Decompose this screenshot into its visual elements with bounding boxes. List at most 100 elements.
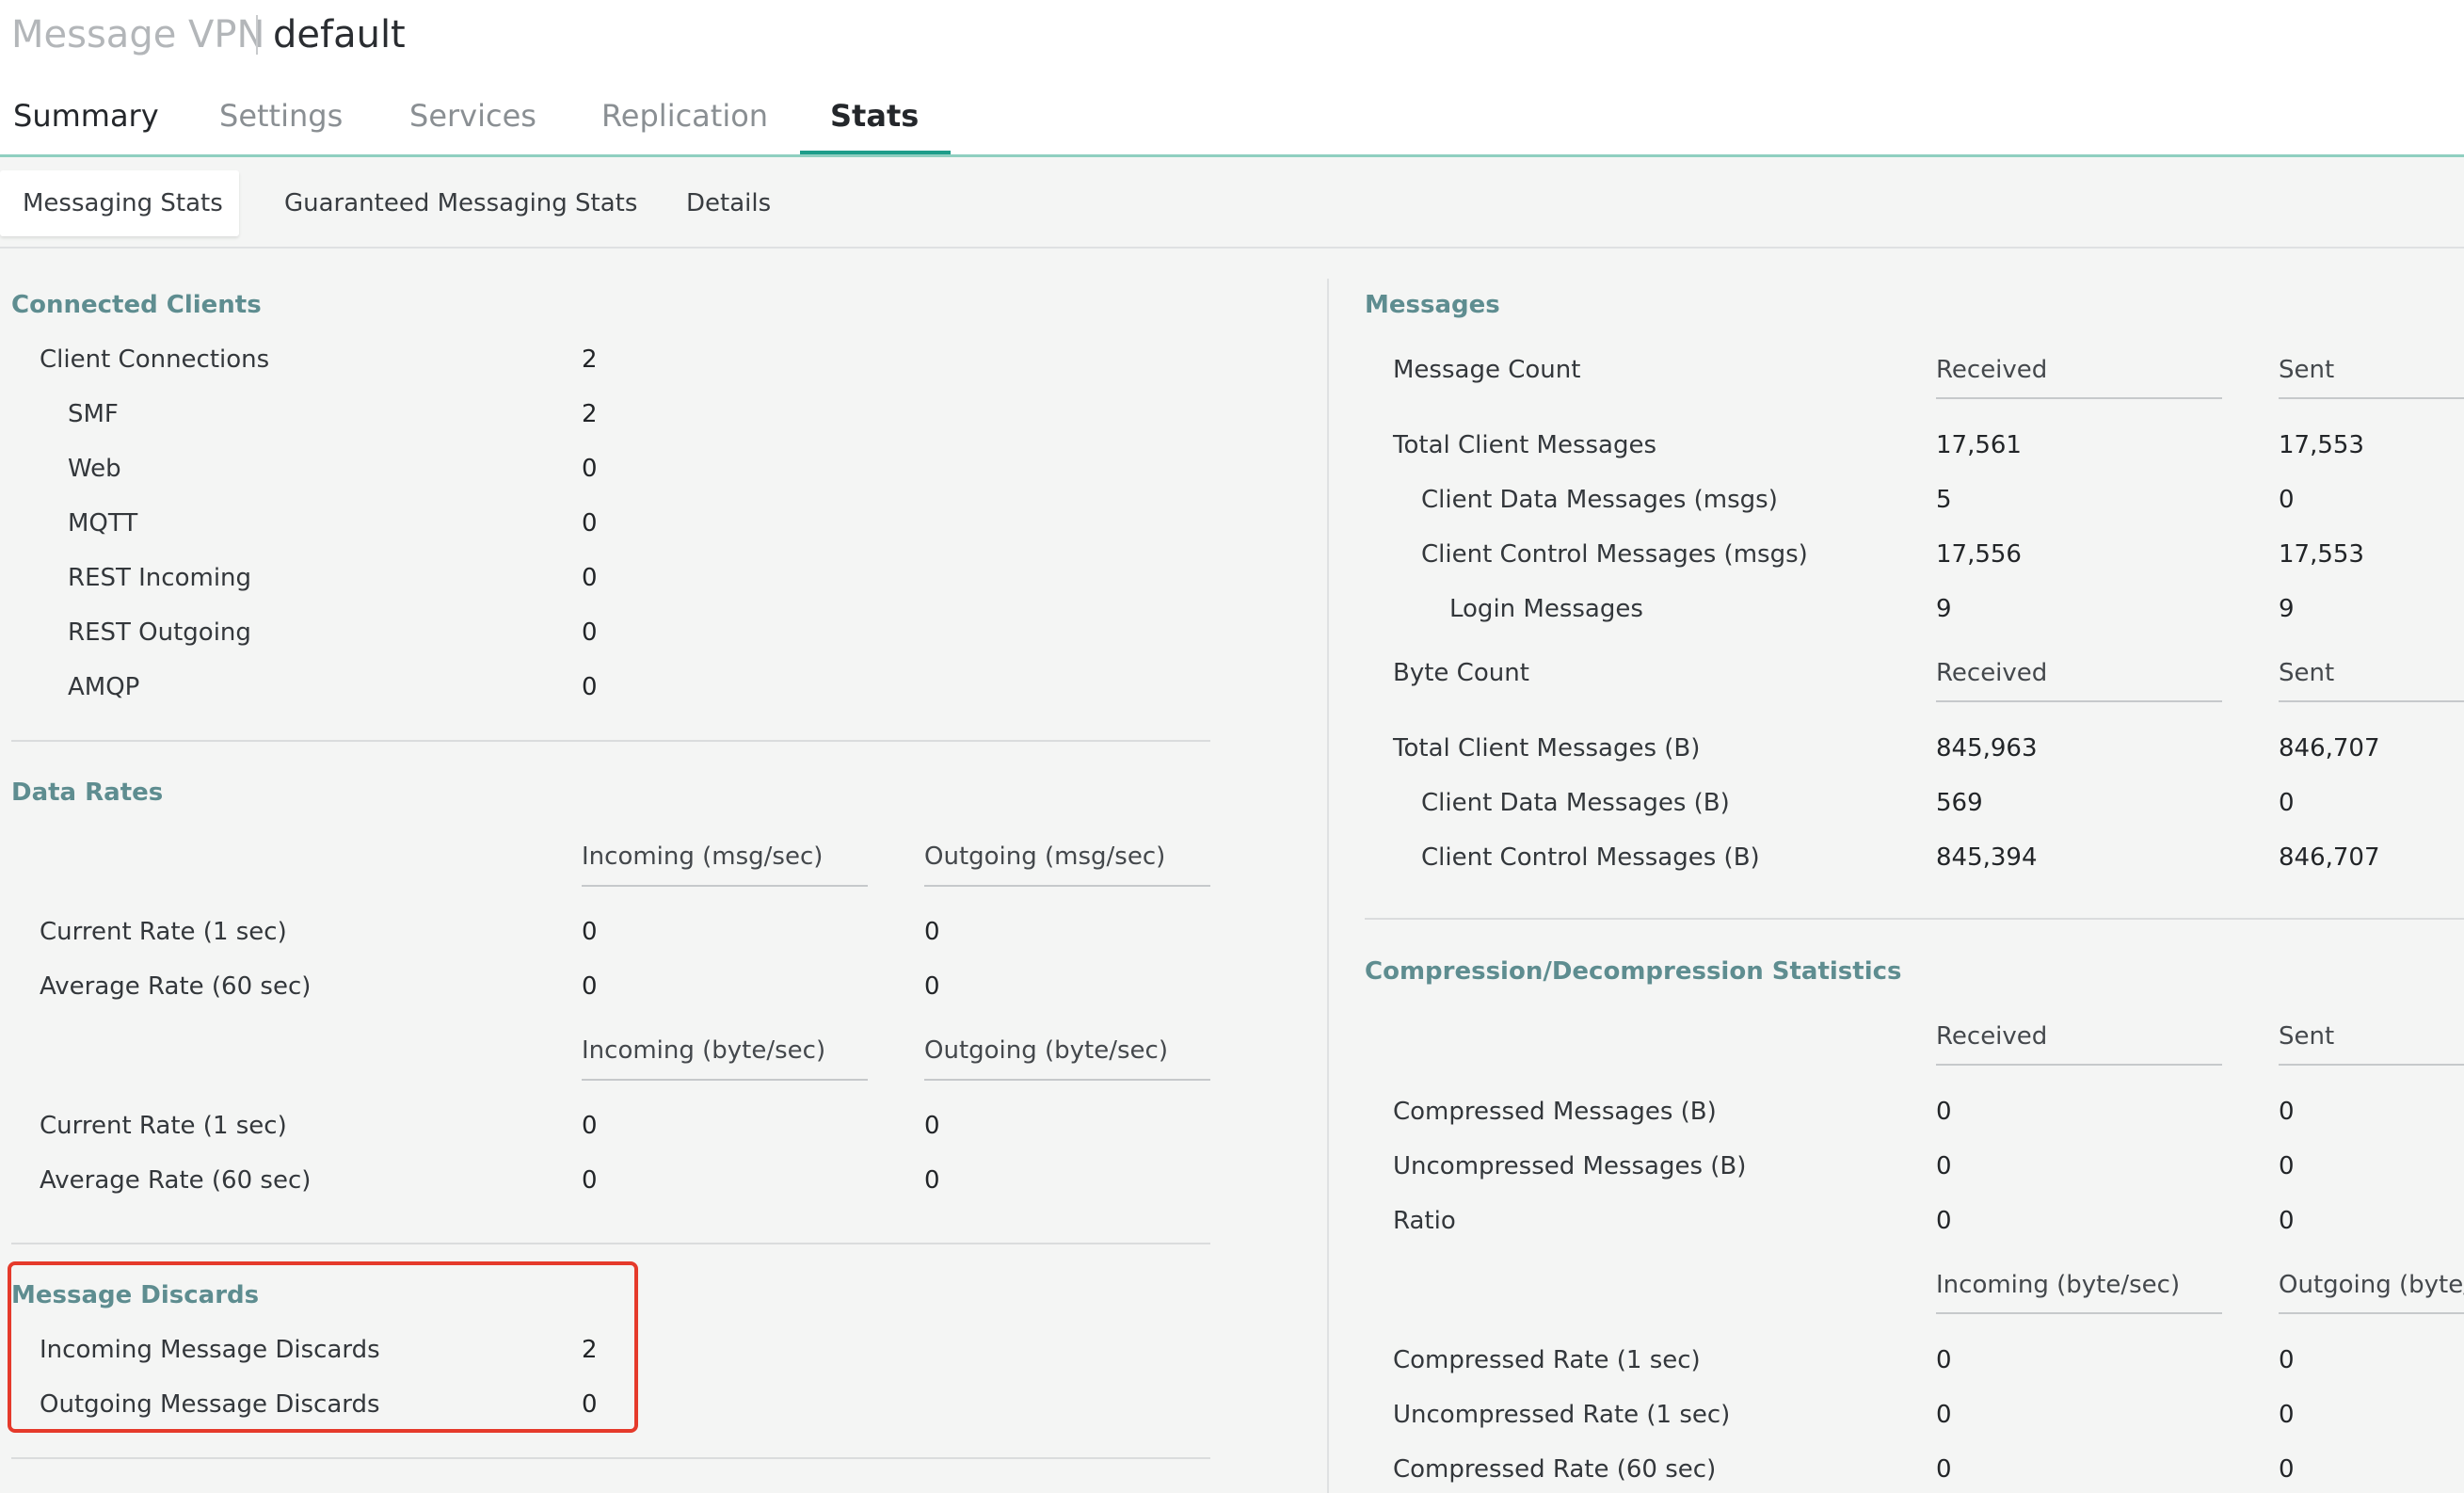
column-header-received: Received xyxy=(1936,1022,2048,1051)
stat-value: 0 xyxy=(2279,1346,2295,1374)
column-header-incoming: Incoming (byte/sec) xyxy=(582,1036,826,1065)
stat-value: 17,561 xyxy=(1936,431,2022,459)
column-underline xyxy=(582,1079,868,1081)
stat-value: 846,707 xyxy=(2279,734,2380,763)
stat-value: 0 xyxy=(582,618,598,647)
message-count-header: Message Count xyxy=(1393,356,1581,384)
stat-value: 0 xyxy=(2279,1455,2295,1484)
stat-label: Uncompressed Rate (1 sec) xyxy=(1393,1401,1731,1429)
subtab-details[interactable]: Details xyxy=(686,189,771,217)
column-header-outgoing: Outgoing (msg/sec) xyxy=(924,843,1166,871)
stat-label: Outgoing Message Discards xyxy=(40,1390,380,1419)
stat-label: SMF xyxy=(68,400,119,428)
section-title-compression: Compression/Decompression Statistics xyxy=(1365,957,1902,986)
stat-label: Compressed Rate (1 sec) xyxy=(1393,1346,1701,1374)
stat-value: 0 xyxy=(1936,1152,1952,1180)
stat-value: 0 xyxy=(1936,1455,1952,1484)
subtab-bar: Messaging Stats Guaranteed Messaging Sta… xyxy=(0,157,2464,249)
column-header-received: Received xyxy=(1936,659,2048,687)
column-underline xyxy=(924,1079,1210,1081)
stat-value: 0 xyxy=(2279,1207,2295,1235)
stat-value: 0 xyxy=(582,1166,598,1195)
stat-label: Ratio xyxy=(1393,1207,1456,1235)
section-divider xyxy=(11,1457,1210,1459)
page-header: Message VPN default Summary Settings Ser… xyxy=(0,0,2464,157)
stat-value: 0 xyxy=(1936,1207,1952,1235)
stat-label: REST Outgoing xyxy=(68,618,251,647)
stat-value: 0 xyxy=(1936,1401,1952,1429)
column-underline xyxy=(2279,1064,2464,1066)
column-header-outgoing: Outgoing (byte/sec) xyxy=(924,1036,1168,1065)
stat-label: Client Connections xyxy=(40,345,270,374)
column-header-received: Received xyxy=(1936,356,2048,384)
stat-value: 569 xyxy=(1936,789,1983,817)
stat-label: Total Client Messages (B) xyxy=(1393,734,1701,763)
subtab-guaranteed-messaging-stats[interactable]: Guaranteed Messaging Stats xyxy=(284,189,637,217)
stat-value: 0 xyxy=(582,564,598,592)
stat-value: 0 xyxy=(582,509,598,538)
stat-label: Total Client Messages xyxy=(1393,431,1657,459)
stat-value: 0 xyxy=(582,673,598,701)
stat-label: Compressed Messages (B) xyxy=(1393,1098,1717,1126)
stat-value: 2 xyxy=(582,345,598,374)
stat-value: 0 xyxy=(582,918,598,946)
column-underline xyxy=(2279,397,2464,399)
tab-services[interactable]: Services xyxy=(409,98,536,134)
stat-value: 0 xyxy=(1936,1346,1952,1374)
stat-label: Client Data Messages (B) xyxy=(1421,789,1730,817)
stat-value: 17,556 xyxy=(1936,540,2022,569)
stat-value: 0 xyxy=(582,1390,598,1419)
stat-value: 0 xyxy=(924,972,940,1001)
stat-value: 5 xyxy=(1936,486,1952,514)
stat-label: Login Messages xyxy=(1449,595,1643,623)
column-underline xyxy=(2279,1312,2464,1314)
stat-value: 17,553 xyxy=(2279,431,2364,459)
stat-value: 0 xyxy=(924,918,940,946)
title-separator xyxy=(256,15,258,55)
stat-value: 0 xyxy=(2279,1152,2295,1180)
column-underline xyxy=(1936,1312,2222,1314)
column-divider xyxy=(1327,279,1329,1493)
byte-count-header: Byte Count xyxy=(1393,659,1529,687)
section-title-messages: Messages xyxy=(1365,291,1500,319)
stat-value: 0 xyxy=(582,455,598,483)
stat-value: 0 xyxy=(2279,789,2295,817)
stat-value: 0 xyxy=(2279,486,2295,514)
column-header-outgoing: Outgoing (byte/s xyxy=(2279,1271,2464,1299)
tab-summary[interactable]: Summary xyxy=(13,98,159,134)
stat-label: Incoming Message Discards xyxy=(40,1336,380,1364)
tab-replication[interactable]: Replication xyxy=(601,98,768,134)
stat-value: 9 xyxy=(2279,595,2295,623)
stat-label: AMQP xyxy=(68,673,140,701)
stat-value: 846,707 xyxy=(2279,843,2380,872)
stat-value: 845,963 xyxy=(1936,734,2038,763)
tab-stats[interactable]: Stats xyxy=(830,98,919,134)
section-divider xyxy=(11,740,1210,742)
stat-value: 0 xyxy=(2279,1401,2295,1429)
stat-value: 0 xyxy=(582,972,598,1001)
column-header-sent: Sent xyxy=(2279,1022,2335,1051)
column-header-incoming: Incoming (msg/sec) xyxy=(582,843,824,871)
column-underline xyxy=(1936,700,2222,702)
stat-label: Client Control Messages (msgs) xyxy=(1421,540,1808,569)
stat-label: MQTT xyxy=(68,509,138,538)
stat-label: Compressed Rate (60 sec) xyxy=(1393,1455,1717,1484)
section-title-connected-clients: Connected Clients xyxy=(11,291,262,319)
vpn-name: default xyxy=(273,13,406,56)
vpn-label: Message VPN xyxy=(11,13,265,56)
stat-label: Client Control Messages (B) xyxy=(1421,843,1760,872)
stat-value: 0 xyxy=(1936,1098,1952,1126)
tab-settings[interactable]: Settings xyxy=(219,98,343,134)
stat-value: 0 xyxy=(924,1112,940,1140)
stat-label: Client Data Messages (msgs) xyxy=(1421,486,1778,514)
column-underline xyxy=(1936,1064,2222,1066)
section-title-message-discards: Message Discards xyxy=(11,1281,260,1309)
stat-value: 845,394 xyxy=(1936,843,2038,872)
stat-value: 0 xyxy=(924,1166,940,1195)
column-underline xyxy=(1936,397,2222,399)
column-underline xyxy=(2279,700,2464,702)
stat-value: 17,553 xyxy=(2279,540,2364,569)
stat-label: Average Rate (60 sec) xyxy=(40,1166,312,1195)
subtab-messaging-stats[interactable]: Messaging Stats xyxy=(23,189,223,217)
column-header-sent: Sent xyxy=(2279,659,2335,687)
